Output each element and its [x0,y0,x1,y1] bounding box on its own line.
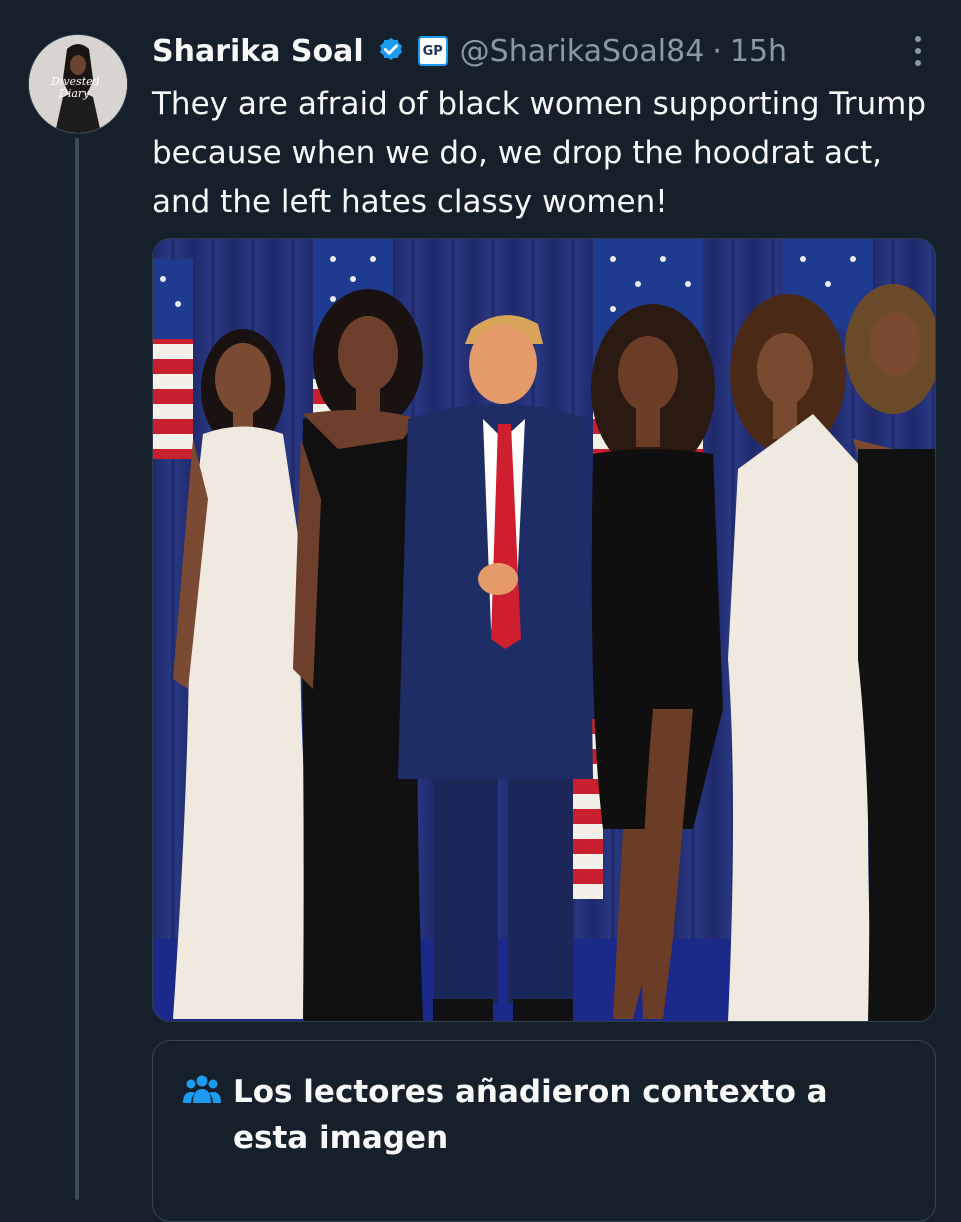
avatar-text-2: Diary [58,87,90,100]
community-note-header: Los lectores añadieron contexto a esta i… [183,1069,905,1161]
community-note-title: Los lectores añadieron contexto a esta i… [233,1074,828,1156]
group-photo [153,239,935,1021]
separator-dot: · [712,33,722,69]
flag-left [153,259,193,459]
author-name[interactable]: Sharika Soal [152,34,364,69]
avatar[interactable]: Divested Diary [28,34,128,134]
tweet-text: They are afraid of black women supportin… [152,86,927,220]
gp-affiliate-badge[interactable]: GP [417,36,448,66]
people-icon [183,1075,221,1103]
avatar-column: Divested Diary [28,34,128,134]
more-options-icon[interactable] [915,36,921,66]
author-handle[interactable]: @SharikaSoal84 [460,34,705,69]
avatar-image: Divested Diary [29,35,127,133]
tweet-header: Sharika Soal GP @SharikaSoal84 · 15h [152,28,931,74]
thread-line [75,138,79,1200]
tweet-media-image[interactable] [152,238,936,1022]
tweet-timestamp[interactable]: 15h [730,34,787,69]
verified-badge-icon[interactable] [376,36,406,66]
community-note-card[interactable]: Los lectores añadieron contexto a esta i… [152,1040,936,1222]
